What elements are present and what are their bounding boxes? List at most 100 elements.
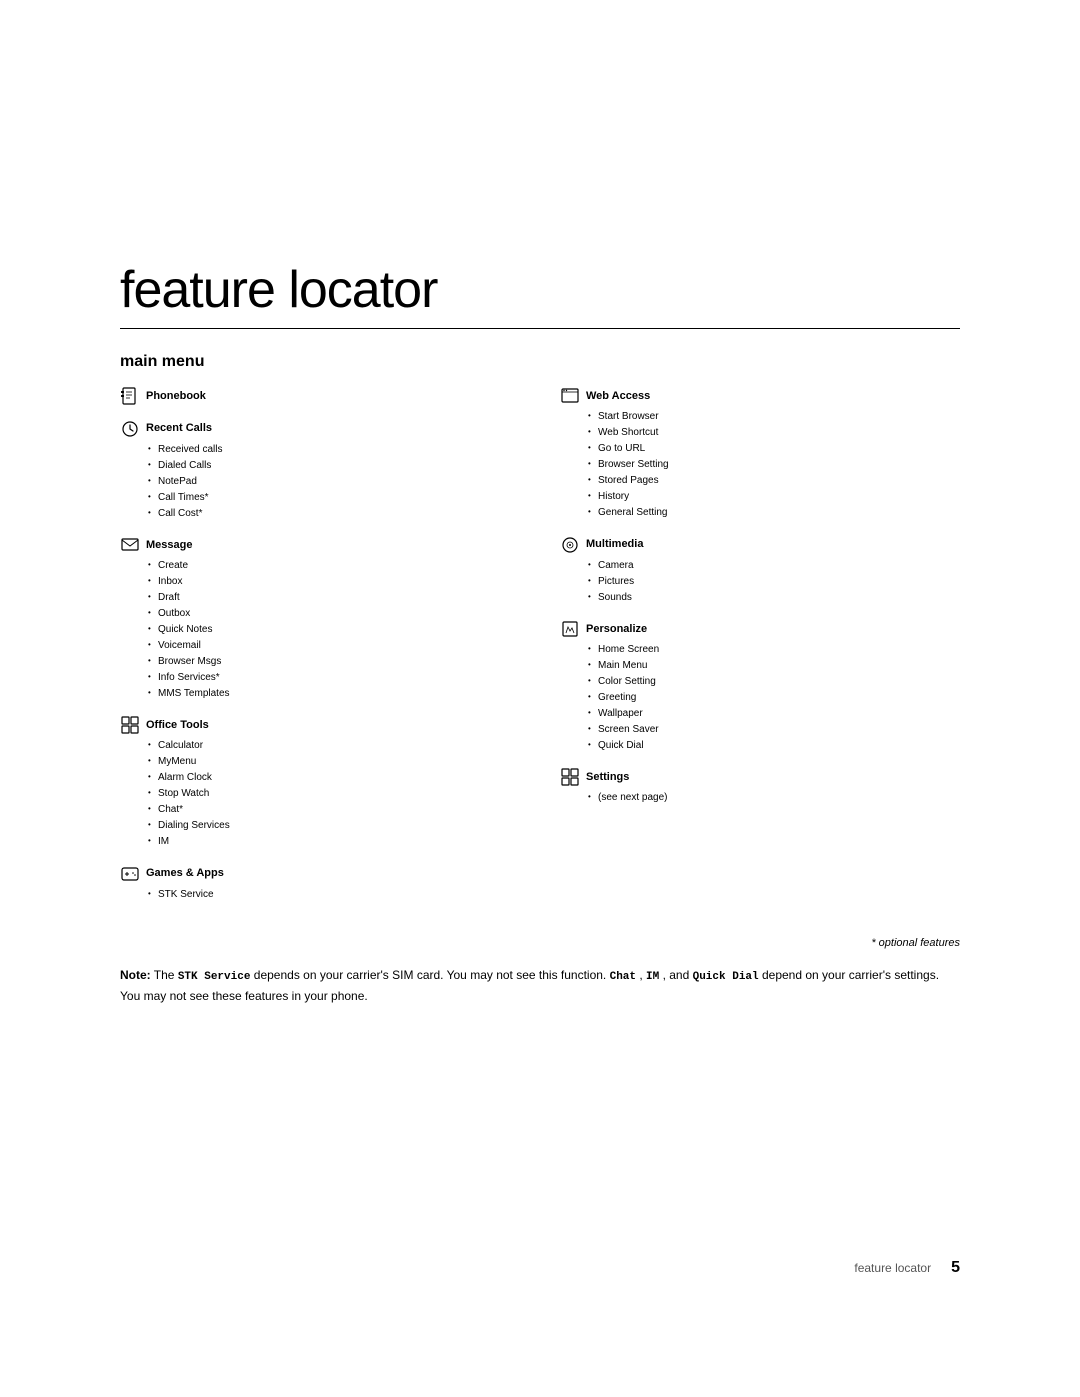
menu-section-message: Message Create Inbox Draft Outbox Quick … (120, 536, 520, 702)
note-paragraph: Note: The STK Service depends on your ca… (120, 965, 960, 1007)
phonebook-icon (120, 387, 140, 405)
office-tools-list: Calculator MyMenu Alarm Clock Stop Watch… (120, 738, 520, 850)
menu-section-web-access: Web Access Start Browser Web Shortcut Go… (560, 387, 960, 521)
phonebook-header: Phonebook (120, 387, 520, 405)
list-item: Camera (588, 558, 960, 574)
personalize-title: Personalize (586, 623, 647, 635)
note-text2: depends on your carrier's SIM card. You … (254, 968, 610, 982)
list-item: IM (148, 834, 520, 850)
list-item: Quick Notes (148, 622, 520, 638)
list-item: Alarm Clock (148, 770, 520, 786)
optional-features-label: * optional features (120, 937, 960, 949)
multimedia-list: Camera Pictures Sounds (560, 558, 960, 606)
web-access-icon (560, 387, 580, 405)
office-tools-title: Office Tools (146, 719, 209, 731)
web-access-title: Web Access (586, 390, 650, 402)
list-item: History (588, 489, 960, 505)
list-item: Inbox (148, 574, 520, 590)
list-item: Start Browser (588, 409, 960, 425)
web-access-list: Start Browser Web Shortcut Go to URL Bro… (560, 409, 960, 521)
office-tools-header: Office Tools (120, 716, 520, 734)
menu-section-phonebook: Phonebook (120, 387, 520, 405)
list-item: Received calls (148, 442, 520, 458)
menu-section-games-apps: Games & Apps STK Service (120, 864, 520, 902)
note-im: IM (646, 971, 659, 983)
main-menu-heading: main menu (120, 353, 960, 371)
note-text4: , and (663, 968, 693, 982)
note-quickdial: Quick Dial (693, 971, 759, 983)
left-column: Phonebook Recent Calls (120, 387, 520, 917)
page: feature locator main menu (0, 0, 1080, 1397)
note-text1: The (154, 968, 178, 982)
content-area: feature locator main menu (0, 0, 1080, 1087)
message-header: Message (120, 536, 520, 554)
list-item: Dialing Services (148, 818, 520, 834)
games-apps-header: Games & Apps (120, 864, 520, 882)
games-apps-icon (120, 864, 140, 882)
settings-icon (560, 768, 580, 786)
list-item: Create (148, 558, 520, 574)
list-item: General Setting (588, 505, 960, 521)
recent-calls-list: Received calls Dialed Calls NotePad Call… (120, 442, 520, 522)
list-item: Info Services* (148, 670, 520, 686)
list-item: Home Screen (588, 642, 960, 658)
menu-section-settings: Settings (see next page) (560, 768, 960, 806)
note-chat: Chat (610, 971, 636, 983)
note-prefix: Note: (120, 968, 151, 982)
menu-section-recent-calls: Recent Calls Received calls Dialed Calls… (120, 419, 520, 521)
games-apps-list: STK Service (120, 887, 520, 903)
phonebook-title: Phonebook (146, 390, 206, 402)
list-item: Color Setting (588, 674, 960, 690)
menu-grid: Phonebook Recent Calls (120, 387, 960, 917)
list-item: NotePad (148, 474, 520, 490)
list-item: Pictures (588, 574, 960, 590)
list-item: Web Shortcut (588, 425, 960, 441)
list-item: Voicemail (148, 638, 520, 654)
list-item: Sounds (588, 590, 960, 606)
menu-section-office-tools: Office Tools Calculator MyMenu Alarm Clo… (120, 716, 520, 850)
footer-text: feature locator (854, 1261, 931, 1275)
multimedia-header: Multimedia (560, 535, 960, 553)
list-item: Quick Dial (588, 738, 960, 754)
settings-header: Settings (560, 768, 960, 786)
list-item: Screen Saver (588, 722, 960, 738)
list-item: Wallpaper (588, 706, 960, 722)
footer-page-number: 5 (951, 1259, 960, 1277)
message-list: Create Inbox Draft Outbox Quick Notes Vo… (120, 558, 520, 702)
menu-section-multimedia: Multimedia Camera Pictures Sounds (560, 535, 960, 605)
settings-title: Settings (586, 771, 629, 783)
recent-calls-header: Recent Calls (120, 419, 520, 437)
note-stk: STK Service (178, 971, 251, 983)
list-item: Browser Msgs (148, 654, 520, 670)
office-tools-icon (120, 716, 140, 734)
recent-calls-icon (120, 419, 140, 437)
personalize-header: Personalize (560, 620, 960, 638)
list-item: Go to URL (588, 441, 960, 457)
multimedia-title: Multimedia (586, 538, 643, 550)
title-divider (120, 328, 960, 329)
web-access-header: Web Access (560, 387, 960, 405)
multimedia-icon (560, 535, 580, 553)
list-item: MMS Templates (148, 686, 520, 702)
footer-area: feature locator 5 (0, 1259, 1080, 1277)
settings-list: (see next page) (560, 790, 960, 806)
list-item: Browser Setting (588, 457, 960, 473)
list-item: Call Times* (148, 490, 520, 506)
recent-calls-title: Recent Calls (146, 422, 212, 434)
message-title: Message (146, 539, 192, 551)
list-item: Calculator (148, 738, 520, 754)
menu-section-personalize: Personalize Home Screen Main Menu Color … (560, 620, 960, 754)
list-item: Dialed Calls (148, 458, 520, 474)
list-item: (see next page) (588, 790, 960, 806)
list-item: MyMenu (148, 754, 520, 770)
personalize-list: Home Screen Main Menu Color Setting Gree… (560, 642, 960, 754)
list-item: Draft (148, 590, 520, 606)
games-apps-title: Games & Apps (146, 867, 224, 879)
list-item: Outbox (148, 606, 520, 622)
message-icon (120, 536, 140, 554)
list-item: Stored Pages (588, 473, 960, 489)
right-column: Web Access Start Browser Web Shortcut Go… (560, 387, 960, 917)
list-item: STK Service (148, 887, 520, 903)
list-item: Call Cost* (148, 506, 520, 522)
list-item: Greeting (588, 690, 960, 706)
